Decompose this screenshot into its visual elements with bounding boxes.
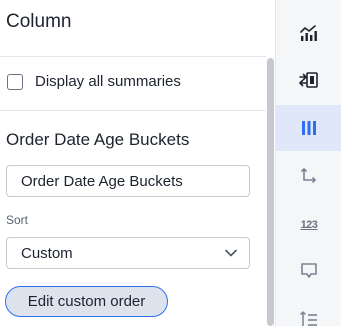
display-all-summaries-label[interactable]: Display all summaries: [35, 73, 181, 90]
sort-select-value: Custom: [21, 244, 73, 262]
sort-select[interactable]: Custom: [6, 237, 250, 269]
swap-columns-icon: [299, 71, 319, 89]
column-settings-button[interactable]: [276, 105, 341, 151]
panel-title: Column: [6, 11, 72, 32]
edit-custom-order-button[interactable]: Edit custom order: [5, 286, 168, 317]
axis-arrow-icon: [300, 167, 318, 185]
list-settings-button[interactable]: [276, 296, 341, 326]
column-name-heading: Order Date Age Buckets: [6, 130, 190, 149]
divider: [0, 56, 266, 57]
column-name-input[interactable]: [6, 165, 250, 197]
tooltip-icon: [300, 262, 318, 280]
column-settings-icon: [301, 120, 317, 136]
column-settings-panel: Column Display all summaries Order Date …: [0, 0, 275, 326]
sort-label: Sort: [6, 213, 29, 227]
divider: [0, 110, 266, 111]
number-format-icon: 123: [300, 219, 318, 231]
display-all-summaries-row[interactable]: Display all summaries: [7, 73, 181, 90]
number-format-button[interactable]: 123: [276, 202, 341, 248]
chart-config-button[interactable]: [276, 10, 341, 56]
scrollbar-thumb[interactable]: [267, 58, 274, 326]
list-settings-icon: [300, 310, 318, 326]
tooltip-button[interactable]: [276, 248, 341, 294]
chevron-down-icon: [225, 249, 237, 257]
display-all-summaries-checkbox[interactable]: [7, 73, 23, 90]
settings-rail: 123: [275, 0, 341, 326]
swap-columns-button[interactable]: [276, 57, 341, 103]
chart-config-icon: [299, 24, 319, 42]
axis-button[interactable]: [276, 153, 341, 199]
